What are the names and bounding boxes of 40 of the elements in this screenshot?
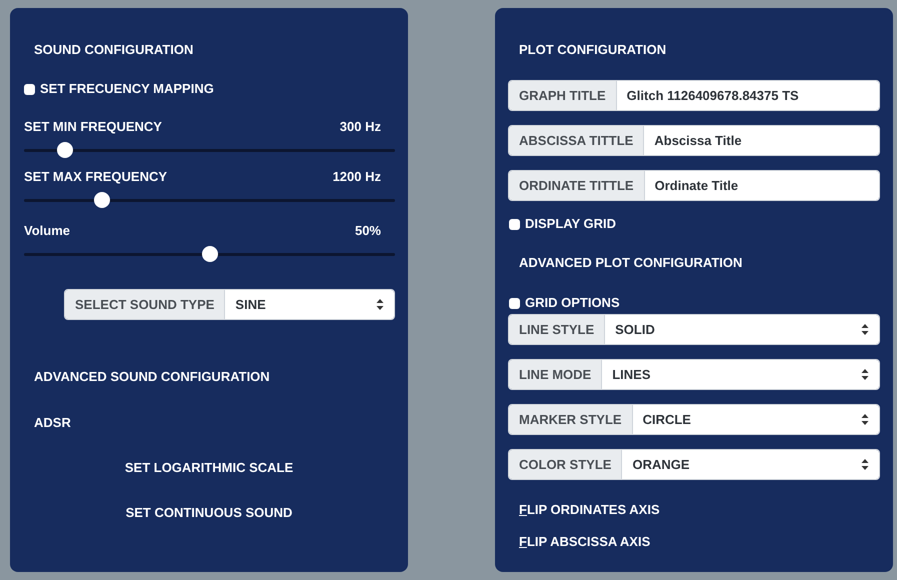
- flip-axis-button[interactable]: FLIP ORDINATES AXIS: [519, 502, 660, 518]
- slider-reading: 300 Hz: [340, 119, 381, 135]
- section-title: ADVANCED SOUND CONFIGURATION: [33, 369, 270, 385]
- slider[interactable]: [24, 142, 395, 158]
- checkbox[interactable]: [509, 298, 520, 308]
- text-input-group[interactable]: ORDINATE TITTLE Ordinate Title: [508, 170, 880, 201]
- slider[interactable]: [24, 192, 395, 208]
- slider-label: SET MAX FREQUENCY: [24, 169, 168, 185]
- caret-icon: [376, 299, 384, 310]
- caret-icon: [861, 369, 869, 380]
- slider-label: SET MIN FREQUENCY: [24, 119, 162, 135]
- checkbox-label: DISPLAY GRID: [525, 216, 616, 232]
- checkbox-label: GRID OPTIONS: [525, 295, 620, 311]
- slider-thumb[interactable]: [56, 142, 73, 158]
- text-input-group[interactable]: GRAPH TITLE Glitch 1126409678.84375 TS: [508, 80, 880, 111]
- dropdown-select[interactable]: MARKER STYLE CIRCLE: [508, 404, 880, 435]
- section-title: ADSR: [33, 415, 71, 431]
- dropdown-select[interactable]: LINE STYLE SOLID: [508, 314, 880, 345]
- caret-icon: [861, 414, 869, 425]
- slider-reading: 50%: [354, 223, 381, 239]
- slider[interactable]: [24, 246, 395, 262]
- panel-title: PLOT CONFIGURATION: [518, 42, 666, 58]
- checkbox-label: SET FRECUENCY MAPPING: [40, 81, 214, 97]
- slider-thumb[interactable]: [202, 246, 218, 262]
- toggle-option[interactable]: SET LOGARITHMIC SCALE: [124, 460, 294, 475]
- caret-icon: [861, 459, 869, 470]
- panel-title: SOUND CONFIGURATION: [33, 42, 194, 58]
- slider-label: Volume: [24, 223, 70, 239]
- section-title: ADVANCED PLOT CONFIGURATION: [518, 255, 742, 271]
- checkbox[interactable]: [24, 84, 35, 94]
- dropdown-select[interactable]: COLOR STYLE ORANGE: [508, 449, 880, 480]
- slider-thumb[interactable]: [94, 192, 110, 208]
- toggle-option[interactable]: SET CONTINUOUS SOUND: [126, 505, 292, 520]
- sound-type-select[interactable]: SELECT SOUND TYPE SINE: [64, 289, 395, 320]
- checkbox[interactable]: [509, 218, 520, 230]
- dropdown-select[interactable]: LINE MODE LINES: [508, 359, 880, 390]
- flip-axis-button[interactable]: FLIP ABSCISSA AXIS: [519, 534, 650, 550]
- caret-icon: [861, 324, 869, 335]
- slider-reading: 1200 Hz: [332, 169, 381, 185]
- text-input-group[interactable]: ABSCISSA TITTLE Abscissa Title: [508, 125, 880, 156]
